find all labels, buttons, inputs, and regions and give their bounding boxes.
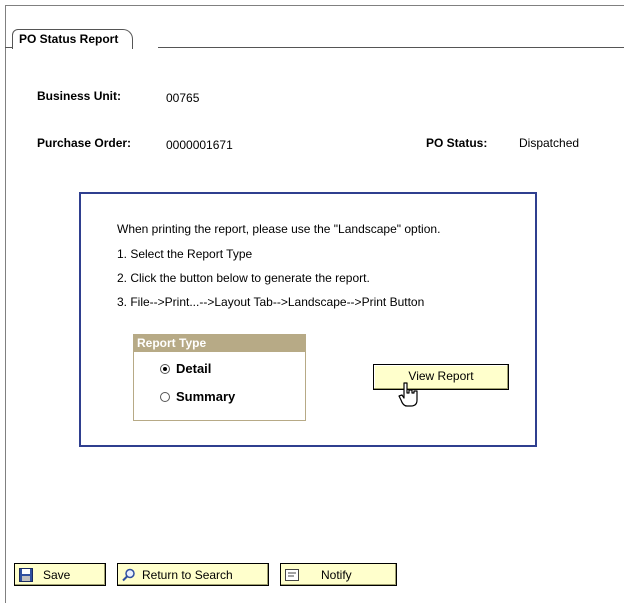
purchase-order-value: 0000001671 <box>166 138 233 152</box>
notify-icon <box>285 568 299 581</box>
instruction-step-2: 2. Click the button below to generate th… <box>117 271 370 285</box>
tab-divider <box>158 47 624 48</box>
po-status-value: Dispatched <box>519 136 580 150</box>
instruction-step-3: 3. File-->Print...-->Layout Tab-->Landsc… <box>117 295 425 309</box>
radio-summary-button[interactable] <box>160 391 170 402</box>
save-label: Save <box>43 567 71 582</box>
hand-cursor-icon <box>398 382 418 407</box>
radio-selected-dot <box>163 366 167 371</box>
radio-detail-label: Detail <box>176 361 212 376</box>
business-unit-value: 00765 <box>166 91 200 105</box>
report-type-group: Report Type Detail Summary <box>133 334 306 421</box>
radio-summary-label: Summary <box>176 389 236 404</box>
return-to-search-button[interactable]: Return to Search <box>117 563 269 586</box>
radio-detail[interactable]: Detail <box>160 361 211 376</box>
radio-summary[interactable]: Summary <box>160 389 235 404</box>
save-button[interactable]: Save <box>14 563 106 586</box>
return-to-search-label: Return to Search <box>142 567 233 582</box>
notify-label: Notify <box>321 567 352 582</box>
tab-divider-left <box>5 47 13 48</box>
radio-detail-button[interactable] <box>160 363 170 374</box>
po-status-label: PO Status: <box>426 136 488 150</box>
instruction-landscape: When printing the report, please use the… <box>117 222 441 236</box>
save-icon <box>19 567 33 582</box>
purchase-order-label: Purchase Order: <box>37 136 132 150</box>
report-type-title: Report Type <box>134 335 305 352</box>
business-unit-label: Business Unit: <box>37 89 122 103</box>
search-icon <box>122 568 135 581</box>
view-report-button[interactable]: View Report <box>373 364 509 390</box>
notify-button[interactable]: Notify <box>280 563 397 586</box>
instruction-step-1: 1. Select the Report Type <box>117 247 253 261</box>
tab-po-status-report[interactable]: PO Status Report <box>12 29 134 49</box>
